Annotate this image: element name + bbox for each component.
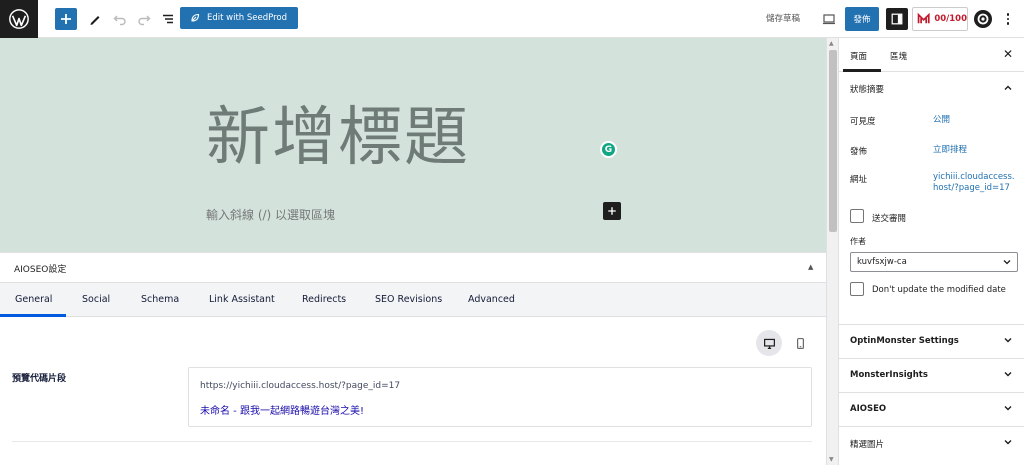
scroll-up-icon[interactable]: ▲ — [829, 40, 834, 47]
more-dot-icon — [1006, 22, 1010, 25]
aioseo-score-button[interactable]: 00/100 — [912, 7, 968, 31]
block-placeholder[interactable]: 輸入斜線 (/) 以選取區塊 — [206, 206, 335, 223]
desktop-preview-icon — [823, 14, 835, 25]
editor-scrollbar[interactable]: ▲ ▼ — [826, 38, 838, 465]
aioseo-score-value: 00/100 — [934, 14, 967, 24]
summary-panel-title[interactable]: 狀態摘要 — [850, 83, 884, 95]
settings-sidebar: 頁面 區塊 ✕ 狀態摘要 可見度 公開 發佈 立即排程 網址 yichiii.c… — [838, 38, 1024, 465]
sidebar-icon — [891, 13, 903, 25]
publish-schedule-value[interactable]: 立即排程 — [933, 145, 967, 156]
monsterinsights-panel-title[interactable]: MonsterInsights — [850, 370, 928, 380]
aioseo-metabox-title: AIOSEO設定 — [14, 265, 67, 275]
chevron-down-icon[interactable] — [1003, 369, 1013, 379]
panel-divider — [839, 392, 1024, 393]
desktop-icon — [763, 338, 775, 349]
tab-advanced[interactable]: Advanced — [468, 294, 515, 305]
aioseo-tabs: General Social Schema Link Assistant Red… — [0, 283, 826, 317]
author-select[interactable]: kuvfsxjw-ca — [850, 252, 1018, 272]
preview-button[interactable] — [818, 8, 840, 30]
panel-divider — [839, 358, 1024, 359]
snippet-title: 未命名 - 跟我一起網路暢遊台灣之美! — [200, 406, 364, 417]
tab-block[interactable]: 區塊 — [890, 50, 907, 62]
pending-review-label: 送交審閱 — [872, 214, 907, 224]
save-draft-button[interactable]: 儲存草稿 — [766, 12, 800, 24]
desktop-preview-toggle[interactable] — [756, 330, 782, 356]
close-icon[interactable]: ✕ — [1003, 47, 1013, 61]
publish-button[interactable]: 發佈 — [845, 7, 879, 31]
aioseo-metabox-header[interactable]: AIOSEO設定 ▲ — [0, 252, 826, 283]
undo-button[interactable] — [109, 8, 131, 30]
row-divider — [12, 441, 812, 442]
active-tab-indicator — [0, 314, 66, 317]
snippet-preview-box: https://yichiii.cloudaccess.host/?page_i… — [188, 367, 812, 427]
redo-icon — [138, 15, 151, 26]
gear-icon — [974, 10, 992, 28]
monster-m-icon — [917, 12, 930, 24]
grammarly-icon[interactable]: G — [600, 141, 617, 158]
tab-schema[interactable]: Schema — [141, 294, 179, 305]
chevron-down-icon[interactable] — [1003, 403, 1013, 413]
chevron-up-icon[interactable] — [1003, 83, 1013, 93]
inline-add-block-button[interactable] — [603, 202, 621, 220]
scrollbar-thumb[interactable] — [829, 50, 837, 232]
active-tab-indicator — [843, 69, 881, 72]
aioseo-panel-title[interactable]: AIOSEO — [850, 404, 886, 414]
pending-review-checkbox[interactable] — [850, 209, 864, 223]
visibility-value[interactable]: 公開 — [933, 115, 950, 126]
more-dot-icon — [1006, 13, 1010, 16]
publish-label: 發佈 — [850, 147, 868, 157]
tab-redirects[interactable]: Redirects — [302, 294, 346, 305]
list-view-icon — [163, 14, 173, 24]
panel-divider — [839, 324, 1024, 325]
chevron-down-icon[interactable] — [1003, 335, 1013, 345]
tab-link-assistant[interactable]: Link Assistant — [209, 294, 275, 305]
snippet-url: https://yichiii.cloudaccess.host/?page_i… — [200, 381, 401, 391]
sidebar-tabs: 頁面 區塊 ✕ — [839, 38, 1024, 72]
tab-general[interactable]: General — [15, 294, 52, 305]
plus-icon — [61, 14, 71, 24]
undo-icon — [113, 15, 126, 26]
optinmonster-panel-title[interactable]: OptinMonster Settings — [850, 336, 959, 346]
wordpress-logo-icon[interactable] — [0, 0, 38, 38]
seedprod-leaf-icon — [191, 13, 200, 22]
more-dot-icon — [1006, 17, 1010, 21]
scroll-down-icon[interactable]: ▼ — [829, 456, 834, 463]
dont-update-modified-label: Don't update the modified date — [872, 285, 1006, 295]
url-value-line: yichiii.cloudaccess. — [933, 172, 1015, 182]
redo-button[interactable] — [133, 8, 155, 30]
author-label: 作者 — [850, 237, 866, 246]
author-select-value: kuvfsxjw-ca — [857, 257, 907, 267]
url-value-link[interactable]: yichiii.cloudaccess. host/?page_id=17 — [933, 172, 1015, 195]
plus-icon — [608, 207, 616, 215]
document-overview-button[interactable] — [157, 8, 179, 30]
post-title-input[interactable]: 新增標題 — [206, 86, 470, 178]
chevron-down-icon — [1003, 260, 1011, 265]
edit-with-seedprod-button[interactable]: Edit with SeedProd — [180, 7, 298, 29]
editor-window: Edit with SeedProd 儲存草稿 發佈 00/100 新增標題 G… — [0, 0, 1024, 465]
tab-social[interactable]: Social — [82, 294, 110, 305]
mobile-icon — [796, 337, 804, 349]
settings-panel-toggle[interactable] — [886, 8, 908, 30]
tab-page[interactable]: 頁面 — [850, 50, 867, 62]
url-label: 網址 — [850, 175, 868, 185]
pencil-icon — [90, 16, 100, 25]
options-button[interactable] — [998, 8, 1018, 30]
add-block-button[interactable] — [55, 8, 77, 30]
tools-button[interactable] — [84, 8, 106, 30]
tab-seo-revisions[interactable]: SEO Revisions — [375, 294, 442, 305]
mobile-preview-toggle[interactable] — [790, 330, 810, 356]
seedprod-label: Edit with SeedProd — [207, 13, 288, 23]
panel-divider — [839, 426, 1024, 427]
aioseo-settings-button[interactable] — [972, 8, 994, 30]
snippet-preview-label: 預覽代碼片段 — [12, 374, 67, 384]
url-value-line: host/?page_id=17 — [933, 183, 1010, 194]
dont-update-modified-checkbox[interactable] — [850, 282, 864, 296]
editor-canvas: 新增標題 G 輸入斜線 (/) 以選取區塊 — [0, 38, 826, 252]
visibility-label: 可見度 — [850, 117, 876, 127]
chevron-down-icon[interactable] — [1003, 437, 1013, 447]
collapse-caret-icon[interactable]: ▲ — [808, 263, 813, 271]
top-toolbar: Edit with SeedProd 儲存草稿 發佈 00/100 — [0, 0, 1024, 38]
featured-image-panel-title[interactable]: 精選圖片 — [850, 438, 884, 450]
